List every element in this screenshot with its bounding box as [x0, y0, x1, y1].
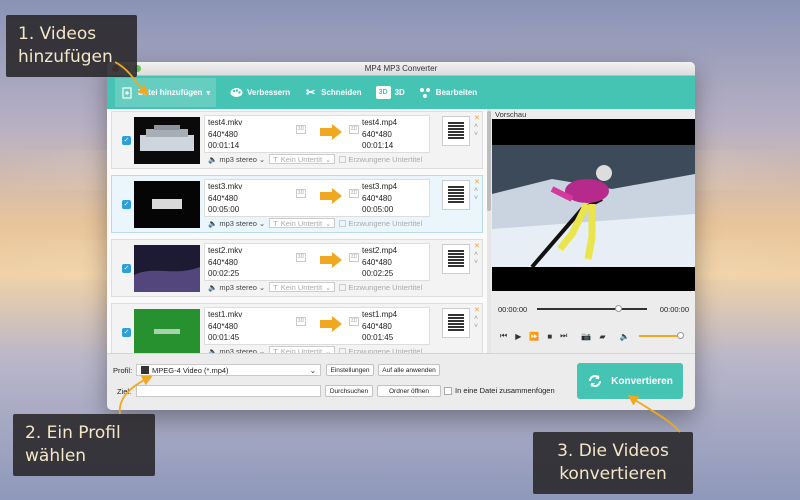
arrow-convert — [627, 395, 681, 433]
arrow-profile — [118, 375, 153, 415]
arrow-add-videos — [114, 61, 149, 96]
callout-arrows — [114, 61, 681, 433]
